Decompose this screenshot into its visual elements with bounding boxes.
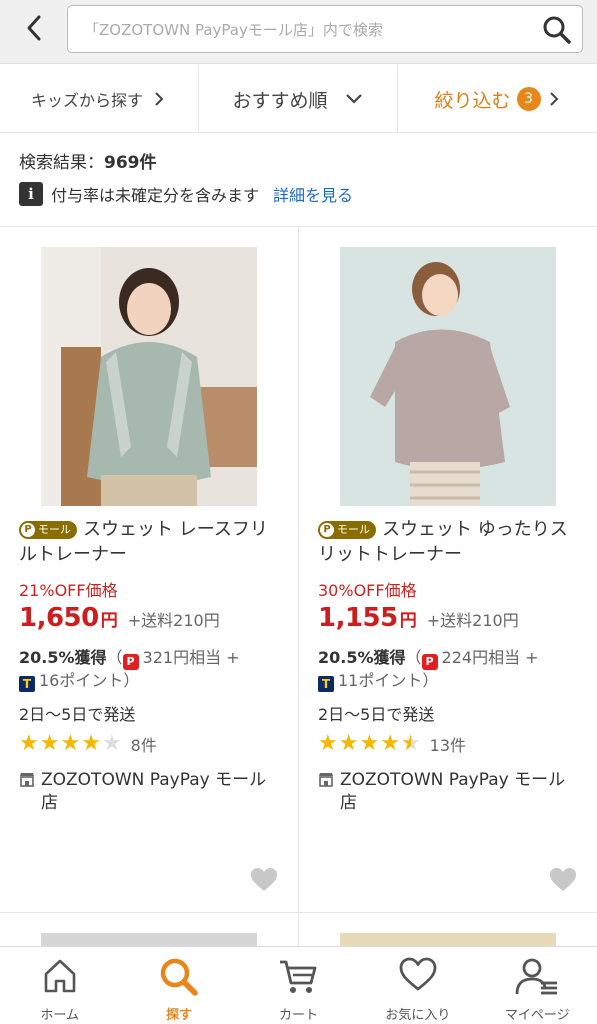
search-icon[interactable] [542, 15, 572, 45]
store-name[interactable]: ZOZOTOWN PayPay モール店 [19, 769, 279, 815]
tab-search[interactable]: 探す [119, 947, 238, 1024]
store-name-text: ZOZOTOWN PayPay モール店 [41, 770, 267, 813]
back-button[interactable] [14, 12, 54, 44]
product-image-peek[interactable] [41, 933, 257, 947]
price: 1,155 [318, 603, 398, 633]
paypay-points: 321円相当 + [142, 648, 240, 667]
price: 1,650 [19, 603, 99, 633]
shipping-days: 2日〜5日で発送 [19, 705, 136, 724]
header [0, 0, 597, 64]
review-count[interactable]: 8件 [131, 732, 157, 756]
shipping-days: 2日〜5日で発送 [318, 705, 435, 724]
chevron-down-icon [345, 94, 362, 104]
tab-cart-label: カート [278, 1008, 318, 1023]
product-image-peek[interactable] [340, 933, 556, 947]
tpoint-points: 16ポイント） [39, 671, 140, 690]
kids-category-label: キッズから探す [30, 91, 143, 110]
star-full-icon: ★ [39, 731, 60, 756]
discount-label: 21%OFF価格 [19, 581, 118, 600]
paypay-icon: P [421, 654, 438, 670]
sort-bar: キッズから探す おすすめ順 絞り込む 3 [0, 65, 597, 133]
product-title[interactable]: P モール スウェット ゆったりスリットトレーナー [318, 517, 583, 567]
tab-home[interactable]: ホーム [0, 947, 119, 1024]
chevron-left-icon [27, 15, 41, 41]
chevron-right-icon [155, 92, 164, 106]
kids-category-button[interactable]: キッズから探す [0, 65, 199, 133]
tpoint-icon: T [19, 676, 35, 692]
star-full-icon: ★ [338, 731, 359, 756]
discount-label: 30%OFF価格 [318, 581, 417, 600]
user-icon [515, 958, 558, 995]
cart-icon [280, 960, 317, 993]
result-count-prefix: 検索結果： [19, 153, 104, 173]
star-empty-icon: ★ [101, 731, 122, 756]
store-icon [20, 773, 34, 787]
shipping-fee: +送料210円 [127, 611, 220, 630]
bottom-tab-bar: ホーム 探す カート お気に入り マイページ [0, 946, 597, 1024]
paypay-icon: P [122, 654, 139, 670]
points-info: 20.5%獲得（ P 224円相当 + T 11ポイント） [318, 648, 539, 692]
star-half-icon: ★ [400, 731, 421, 756]
sort-order-label: おすすめ順 [232, 89, 328, 112]
price-row: 1,650 円 +送料210円 [19, 603, 220, 633]
star-full-icon: ★ [81, 731, 101, 756]
heart-icon [399, 957, 437, 991]
mall-badge: P モール [318, 521, 376, 539]
home-icon [44, 959, 75, 993]
price-row: 1,155 円 +送料210円 [318, 603, 519, 633]
store-name[interactable]: ZOZOTOWN PayPay モール店 [318, 769, 578, 815]
favorite-heart-icon[interactable] [549, 867, 577, 893]
star-full-icon: ★ [318, 731, 338, 756]
tpoint-icon: T [318, 676, 334, 692]
result-count: 検索結果：969件 [19, 148, 157, 173]
result-count-value: 969件 [104, 153, 157, 173]
tab-mypage-label: マイページ [504, 1008, 570, 1023]
price-currency: 円 [100, 611, 118, 631]
product-card[interactable]: P モール スウェット ゆったりスリットトレーナー 30%OFF価格 1,155 円… [299, 227, 597, 912]
favorite-heart-icon[interactable] [250, 867, 278, 893]
star-full-icon: ★ [380, 731, 400, 756]
chevron-right-icon [549, 92, 558, 106]
product-title[interactable]: P モール スウェット レースフリルトレーナー [19, 517, 284, 567]
tab-favorites-label: お気に入り [385, 1008, 451, 1023]
points-notice: i 付与率は未確定分を含みます 詳細を見る [19, 182, 353, 206]
store-name-text: ZOZOTOWN PayPay モール店 [340, 770, 566, 813]
tpoint-points: 11ポイント） [338, 671, 439, 690]
product-image[interactable] [340, 247, 556, 506]
points-rate: 20.5%獲得 [318, 648, 406, 667]
shipping-fee: +送料210円 [426, 611, 519, 630]
points-notice-text: 付与率は未確定分を含みます [51, 186, 260, 205]
filter-button[interactable]: 絞り込む 3 [398, 65, 597, 133]
info-icon: i [19, 182, 43, 206]
filter-label: 絞り込む [434, 89, 511, 112]
search-input[interactable] [84, 18, 524, 42]
product-image[interactable] [41, 247, 257, 506]
store-icon [319, 773, 333, 787]
rating: ★ ★ ★ ★ ★ 8件 [19, 732, 157, 756]
product-card[interactable]: P モール スウェット レースフリルトレーナー 21%OFF価格 1,650 円 +… [0, 227, 298, 912]
rating: ★ ★ ★ ★ ★ 13件 [318, 732, 466, 756]
divider [0, 912, 597, 913]
tab-home-label: ホーム [40, 1008, 79, 1023]
tab-favorites[interactable]: お気に入り [358, 947, 477, 1024]
points-rate: 20.5%獲得 [19, 648, 107, 667]
tab-search-label: 探す [166, 1008, 193, 1023]
search-box[interactable] [67, 5, 583, 53]
tab-cart[interactable]: カート [239, 947, 358, 1024]
details-link[interactable]: 詳細を見る [273, 182, 353, 206]
review-count[interactable]: 13件 [430, 732, 466, 756]
points-info: 20.5%獲得（ P 321円相当 + T 16ポイント） [19, 648, 240, 692]
paypay-points: 224円相当 + [441, 648, 539, 667]
filter-count-badge: 3 [516, 87, 541, 111]
sort-order-dropdown[interactable]: おすすめ順 [199, 65, 398, 133]
mall-badge: P モール [19, 521, 77, 539]
star-full-icon: ★ [60, 731, 81, 756]
star-full-icon: ★ [19, 731, 39, 756]
price-currency: 円 [399, 611, 417, 631]
tab-mypage[interactable]: マイページ [478, 947, 597, 1024]
star-full-icon: ★ [359, 731, 380, 756]
search-icon [160, 958, 198, 996]
